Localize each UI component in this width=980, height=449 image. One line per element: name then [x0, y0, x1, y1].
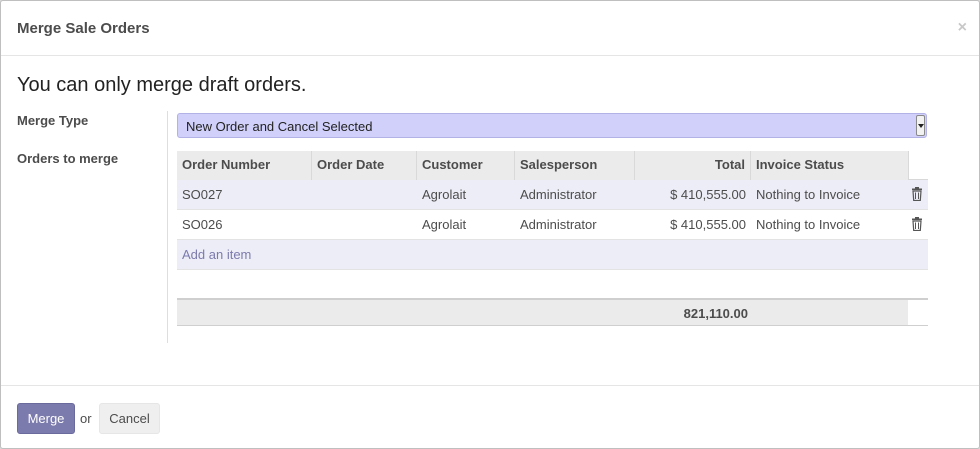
column-header-invoice-status[interactable]: Invoice Status [751, 151, 909, 180]
column-header-order-date[interactable]: Order Date [312, 151, 417, 180]
table-sum-row: 821,110.00 [177, 298, 928, 326]
column-header-order-number[interactable]: Order Number [177, 151, 312, 180]
cell-order-number: SO027 [182, 187, 223, 202]
table-header: Order Number Order Date Customer Salespe… [177, 151, 928, 180]
trash-icon[interactable] [911, 187, 923, 201]
or-text: or [80, 411, 92, 426]
cell-customer: Agrolait [422, 217, 467, 232]
cell-invoice-status: Nothing to Invoice [756, 217, 861, 232]
sum-total: 821,110.00 [683, 306, 748, 321]
cell-invoice-status: Nothing to Invoice [756, 187, 861, 202]
chevron-down-icon[interactable] [916, 115, 925, 136]
add-item-link[interactable]: Add an item [182, 247, 251, 262]
cancel-button[interactable]: Cancel [99, 403, 160, 434]
cell-salesperson: Administrator [520, 187, 597, 202]
dialog-footer: Merge or Cancel [1, 385, 979, 449]
merge-type-selected-value: New Order and Cancel Selected [186, 119, 373, 134]
dialog-header: Merge Sale Orders × [1, 1, 979, 56]
dialog-title: Merge Sale Orders [17, 20, 150, 37]
cell-salesperson: Administrator [520, 217, 597, 232]
form-divider [167, 111, 168, 343]
orders-table: Order Number Order Date Customer Salespe… [177, 151, 928, 270]
cell-total: $ 410,555.00 [670, 217, 746, 232]
sum-row-background [177, 300, 908, 325]
column-header-salesperson[interactable]: Salesperson [515, 151, 635, 180]
add-item-row: Add an item [177, 240, 928, 270]
column-header-customer[interactable]: Customer [417, 151, 515, 180]
merge-type-select[interactable]: New Order and Cancel Selected [177, 113, 927, 138]
draft-only-notice: You can only merge draft orders. [17, 74, 307, 96]
column-header-total[interactable]: Total [635, 151, 751, 180]
trash-icon[interactable] [911, 217, 923, 231]
merge-button[interactable]: Merge [17, 403, 75, 434]
cell-customer: Agrolait [422, 187, 467, 202]
cell-total: $ 410,555.00 [670, 187, 746, 202]
orders-to-merge-label: Orders to merge [17, 151, 119, 166]
cell-order-number: SO026 [182, 217, 223, 232]
table-row[interactable]: SO027 Agrolait Administrator $ 410,555.0… [177, 180, 928, 210]
close-icon[interactable]: × [958, 19, 967, 37]
merge-sale-orders-dialog: Merge Sale Orders × You can only merge d… [0, 0, 980, 449]
table-row[interactable]: SO026 Agrolait Administrator $ 410,555.0… [177, 210, 928, 240]
merge-type-label: Merge Type [17, 113, 89, 128]
